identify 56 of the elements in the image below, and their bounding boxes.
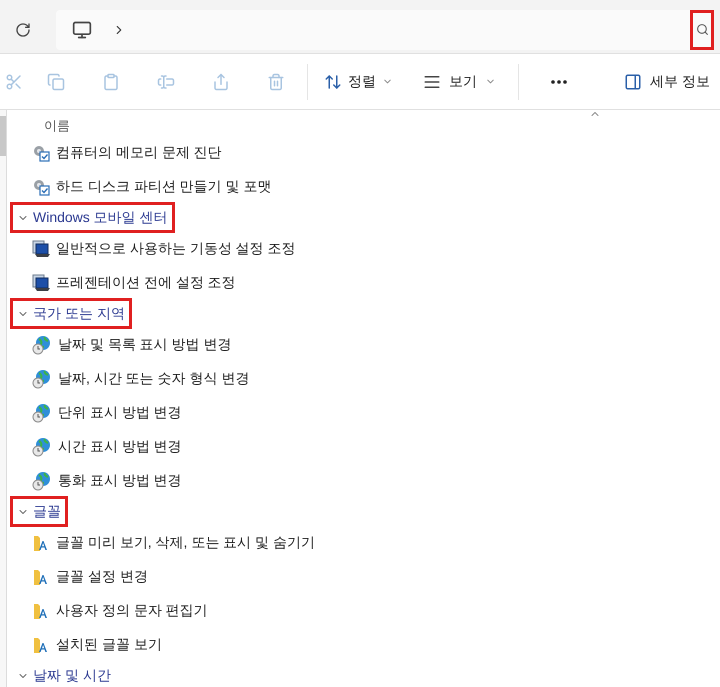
details-label: 세부 정보 bbox=[650, 72, 710, 91]
search-button[interactable] bbox=[690, 10, 714, 50]
list-item[interactable]: 프레젠테이션 전에 설정 조정 bbox=[7, 266, 720, 300]
sort-label: 정렬 bbox=[348, 72, 376, 91]
group-header[interactable]: 글꼴 bbox=[10, 496, 68, 527]
details-pane-icon bbox=[624, 72, 642, 90]
group-header[interactable]: 국가 또는 지역 bbox=[10, 298, 132, 329]
computer-icon bbox=[72, 20, 92, 40]
list-item[interactable]: 통화 표시 방법 변경 bbox=[7, 464, 720, 498]
rename-icon bbox=[156, 72, 174, 90]
globe-clock-icon bbox=[32, 402, 52, 422]
group-header[interactable]: 날짜 및 시간 bbox=[10, 660, 118, 687]
list-item[interactable]: 글꼴 미리 보기, 삭제, 또는 표시 및 숨기기 bbox=[7, 526, 720, 560]
cut-icon bbox=[5, 72, 23, 90]
group-title: 국가 또는 지역 bbox=[33, 304, 125, 323]
list-item[interactable]: 컴퓨터의 메모리 문제 진단 bbox=[7, 136, 720, 170]
view-button[interactable]: 보기 bbox=[423, 71, 496, 92]
font-folder-icon bbox=[32, 636, 50, 654]
list-item[interactable]: 일반적으로 사용하는 기동성 설정 조정 bbox=[7, 232, 720, 266]
address-field[interactable] bbox=[56, 10, 714, 50]
group-title: Windows 모바일 센터 bbox=[33, 208, 168, 227]
sort-button[interactable]: 정렬 bbox=[324, 71, 393, 92]
laptop-icon bbox=[32, 274, 50, 292]
globe-clock-icon bbox=[32, 436, 52, 456]
list-item[interactable]: 하드 디스크 파티션 만들기 및 포맷 bbox=[7, 170, 720, 204]
globe-clock-icon bbox=[32, 470, 52, 490]
delete-icon bbox=[266, 72, 284, 90]
gear-check-icon bbox=[32, 144, 50, 162]
group-title: 날짜 및 시간 bbox=[33, 666, 111, 685]
share-icon bbox=[212, 72, 230, 90]
globe-clock-icon bbox=[32, 334, 52, 354]
paste-icon bbox=[102, 72, 120, 90]
list-item[interactable]: 사용자 정의 문자 편집기 bbox=[7, 594, 720, 628]
name-column-header[interactable]: 이름 bbox=[44, 116, 70, 136]
details-button[interactable]: 세부 정보 bbox=[624, 71, 710, 92]
font-folder-icon bbox=[32, 534, 50, 552]
list-item[interactable]: 날짜, 시간 또는 숫자 형식 변경 bbox=[7, 362, 720, 396]
group-header[interactable]: Windows 모바일 센터 bbox=[10, 202, 175, 233]
sort-arrows-icon bbox=[324, 72, 342, 90]
font-folder-icon bbox=[32, 568, 50, 586]
scrollbar-thumb[interactable] bbox=[0, 116, 6, 156]
list-item[interactable]: 설치된 글꼴 보기 bbox=[7, 628, 720, 662]
view-label: 보기 bbox=[449, 72, 477, 91]
list-item[interactable]: 단위 표시 방법 변경 bbox=[7, 396, 720, 430]
search-icon bbox=[696, 23, 708, 36]
list-item[interactable]: 글꼴 설정 변경 bbox=[7, 560, 720, 594]
laptop-icon bbox=[32, 240, 50, 258]
more-icon bbox=[551, 80, 567, 84]
globe-clock-icon bbox=[32, 368, 52, 388]
list-item[interactable]: 시간 표시 방법 변경 bbox=[7, 430, 720, 464]
gear-check-icon bbox=[32, 178, 50, 196]
refresh-icon bbox=[15, 22, 31, 38]
font-folder-icon bbox=[32, 602, 50, 620]
copy-icon bbox=[46, 72, 64, 90]
list-item[interactable]: 날짜 및 목록 표시 방법 변경 bbox=[7, 328, 720, 362]
group-title: 글꼴 bbox=[33, 502, 61, 521]
